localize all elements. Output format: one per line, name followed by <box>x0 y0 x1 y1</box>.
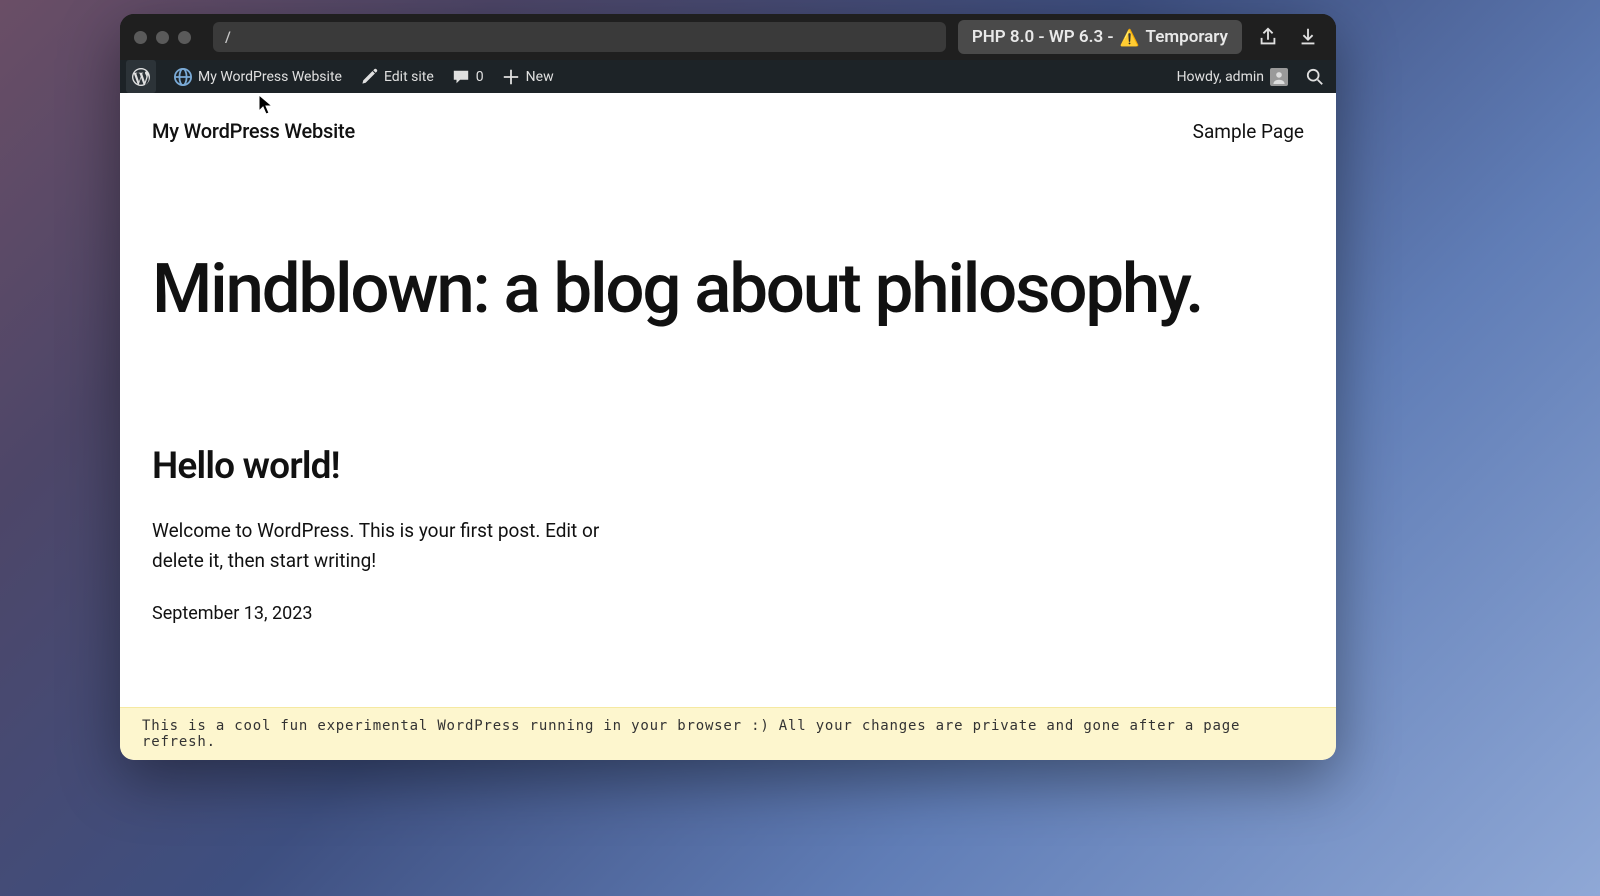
download-icon <box>1297 26 1319 48</box>
search-icon <box>1306 68 1324 86</box>
site-title[interactable]: My WordPress Website <box>152 119 355 143</box>
env-temporary: Temporary <box>1146 27 1228 47</box>
site-header: My WordPress Website Sample Page <box>120 93 1336 153</box>
banner-text: This is a cool fun experimental WordPres… <box>142 718 1240 750</box>
experimental-banner: This is a cool fun experimental WordPres… <box>120 707 1336 760</box>
hero-section: Mindblown: a blog about philosophy. <box>120 153 1336 385</box>
window-minimize-button[interactable] <box>156 31 169 44</box>
site-name-label: My WordPress Website <box>198 69 342 85</box>
url-text: / <box>225 28 231 46</box>
comments-count: 0 <box>476 69 484 85</box>
edit-site-link[interactable]: Edit site <box>360 60 434 93</box>
window-close-button[interactable] <box>134 31 147 44</box>
nav-sample-page[interactable]: Sample Page <box>1193 120 1304 143</box>
account-menu[interactable]: Howdy, admin <box>1177 60 1288 93</box>
browser-chrome-bar: / PHP 8.0 - WP 6.3 - ⚠️ Temporary <box>120 14 1336 60</box>
edit-site-label: Edit site <box>384 69 434 85</box>
adminbar-search[interactable] <box>1306 60 1324 93</box>
wordpress-logo-icon <box>132 68 150 86</box>
share-button[interactable] <box>1254 23 1282 51</box>
environment-badge[interactable]: PHP 8.0 - WP 6.3 - ⚠️ Temporary <box>958 20 1242 54</box>
url-bar[interactable]: / <box>213 22 946 52</box>
comments-link[interactable]: 0 <box>452 60 484 93</box>
post-date: September 13, 2023 <box>152 603 648 624</box>
share-icon <box>1257 26 1279 48</box>
browser-window: / PHP 8.0 - WP 6.3 - ⚠️ Temporary <box>120 14 1336 760</box>
download-button[interactable] <box>1294 23 1322 51</box>
wp-logo-menu[interactable] <box>126 60 156 93</box>
plus-icon <box>502 68 520 86</box>
comment-icon <box>452 68 470 86</box>
wp-admin-bar: My WordPress Website Edit site 0 New <box>120 60 1336 93</box>
howdy-label: Howdy, admin <box>1177 69 1264 85</box>
new-content-link[interactable]: New <box>502 60 554 93</box>
window-zoom-button[interactable] <box>178 31 191 44</box>
post-title[interactable]: Hello world! <box>152 445 648 488</box>
env-prefix: PHP 8.0 - WP 6.3 - <box>972 27 1114 47</box>
user-avatar-icon <box>1270 68 1288 86</box>
warning-icon: ⚠️ <box>1120 28 1140 47</box>
pencil-icon <box>360 68 378 86</box>
post-card: Hello world! Welcome to WordPress. This … <box>120 385 680 624</box>
site-name-menu[interactable]: My WordPress Website <box>174 60 342 93</box>
site-globe-icon <box>174 68 192 86</box>
new-label: New <box>526 69 554 85</box>
hero-heading: Mindblown: a blog about philosophy. <box>152 253 1304 325</box>
window-traffic-lights <box>134 31 191 44</box>
post-excerpt: Welcome to WordPress. This is your first… <box>152 516 648 575</box>
site-page: My WordPress Website Sample Page Mindblo… <box>120 93 1336 760</box>
desktop-wallpaper: / PHP 8.0 - WP 6.3 - ⚠️ Temporary <box>0 0 1600 896</box>
